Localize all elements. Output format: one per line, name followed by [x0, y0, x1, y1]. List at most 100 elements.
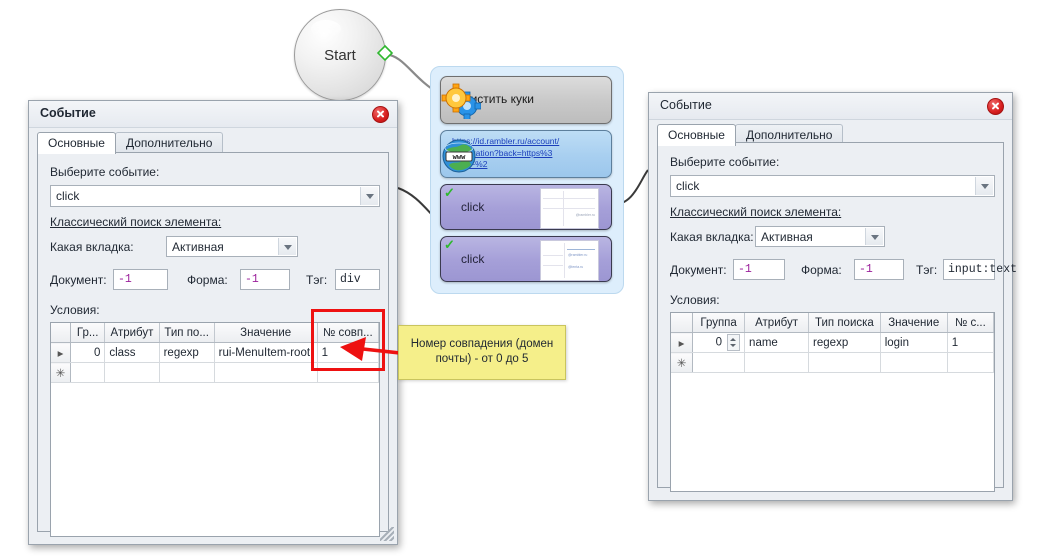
cell-search-type[interactable]: regexp: [808, 332, 881, 353]
cell-search-type[interactable]: [808, 352, 881, 373]
event-select[interactable]: click: [670, 175, 995, 197]
th-match-number[interactable]: № с...: [947, 313, 994, 333]
resize-grip[interactable]: [380, 527, 394, 541]
th-search-type[interactable]: Тип по...: [159, 323, 215, 343]
close-icon[interactable]: [987, 98, 1004, 115]
which-tab-value: Активная: [172, 240, 224, 254]
tag-field[interactable]: div: [335, 269, 380, 290]
annotation-note: Номер совпадения (домен почты) - от 0 до…: [398, 325, 566, 380]
cell-attribute[interactable]: name: [744, 332, 810, 353]
th-attribute[interactable]: Атрибут: [104, 323, 160, 343]
tag-field[interactable]: input:text: [943, 259, 1017, 280]
which-tab-label: Какая вкладка:: [670, 230, 754, 244]
which-tab-select[interactable]: Активная: [166, 236, 298, 257]
thumb-text: @rambler.ru: [568, 253, 588, 257]
row-marker[interactable]: ▸: [51, 342, 71, 363]
table-row[interactable]: ▸ 0 name regexp login 1: [671, 332, 994, 353]
which-tab-select[interactable]: Активная: [755, 226, 885, 247]
th-group[interactable]: Группа: [692, 313, 746, 333]
node-click-1-label: click: [461, 200, 485, 214]
start-node-port[interactable]: [376, 44, 396, 64]
cell-match-number[interactable]: [947, 352, 994, 373]
node-click-2-thumbnail: @rambler.ru @lenta.ru: [540, 240, 599, 281]
cell-value[interactable]: rui-MenuItem-root: [214, 342, 318, 363]
start-node-gloss: [311, 20, 341, 38]
node-clear-cookies[interactable]: Очистить куки: [440, 76, 612, 124]
node-click-2-label: click: [461, 252, 485, 266]
cell-attribute[interactable]: [744, 352, 810, 373]
th-value[interactable]: Значение: [214, 323, 318, 343]
which-tab-value: Активная: [761, 230, 813, 244]
conditions-grid[interactable]: Группа Атрибут Тип поиска Значение № с..…: [670, 312, 995, 492]
cell-group[interactable]: 0: [692, 332, 746, 353]
node-click-2[interactable]: ✓ click @rambler.ru @lenta.ru: [440, 236, 612, 282]
start-node-label: Start: [324, 46, 356, 64]
dialog-title: Событие: [40, 106, 96, 120]
cell-value[interactable]: [880, 352, 948, 373]
start-node[interactable]: Start: [294, 9, 386, 101]
tab-panel-osnovnye: Выберите событие: click Классический пои…: [657, 142, 1017, 492]
th-attribute[interactable]: Атрибут: [744, 313, 810, 333]
th-value[interactable]: Значение: [880, 313, 948, 333]
tag-label: Тэг:: [916, 263, 938, 277]
cell-match-number[interactable]: 1: [947, 332, 994, 353]
table-row[interactable]: ✳: [671, 352, 994, 373]
node-open-url-link[interactable]: https://id.rambler.ru/account/registrati…: [452, 136, 560, 171]
thumb-text: @lenta.ru: [568, 265, 584, 269]
row-marker[interactable]: ▸: [671, 332, 694, 353]
th-group[interactable]: Гр...: [70, 323, 106, 343]
classic-search-link[interactable]: Классический поиск элемента:: [670, 205, 841, 219]
event-label: Выберите событие:: [50, 165, 160, 179]
conditions-table: Группа Атрибут Тип поиска Значение № с..…: [671, 313, 994, 373]
conditions-label: Условия:: [670, 293, 720, 307]
document-field[interactable]: -1: [733, 259, 785, 280]
chevron-down-icon[interactable]: [278, 238, 296, 255]
chevron-down-icon[interactable]: [360, 187, 378, 205]
svg-text:www: www: [453, 153, 466, 161]
classic-search-link[interactable]: Классический поиск элемента:: [50, 215, 221, 229]
th-rowmarker[interactable]: [51, 323, 71, 343]
event-dialog-right[interactable]: Событие Основные Дополнительно Выберите …: [648, 92, 1017, 501]
tab-dopolnitelno[interactable]: Дополнительно: [115, 132, 224, 154]
close-icon[interactable]: [372, 106, 389, 123]
row-marker-new[interactable]: ✳: [51, 362, 71, 383]
tab-osnovnye[interactable]: Основные: [37, 132, 116, 154]
row-marker-new[interactable]: ✳: [671, 352, 694, 373]
green-check-icon: ✓: [444, 185, 455, 200]
cell-search-type[interactable]: regexp: [159, 342, 215, 363]
table-header-row: Группа Атрибут Тип поиска Значение № с..…: [671, 313, 994, 333]
conditions-label: Условия:: [50, 303, 100, 317]
document-field[interactable]: -1: [113, 269, 168, 290]
node-click-1[interactable]: ✓ click @rambler.ru: [440, 184, 612, 230]
tabstrip: Основные Дополнительно: [37, 132, 397, 154]
dialog-titlebar[interactable]: Событие: [29, 101, 397, 128]
th-rowmarker[interactable]: [671, 313, 694, 333]
chevron-down-icon[interactable]: [865, 228, 883, 245]
dialog-titlebar[interactable]: Событие: [649, 93, 1012, 120]
node-open-url[interactable]: https://id.rambler.ru/account/registrati…: [440, 130, 612, 178]
group-stepper[interactable]: [727, 334, 741, 351]
node-clear-cookies-label: Очистить куки: [455, 92, 534, 106]
form-field[interactable]: -1: [854, 259, 904, 280]
cell-value[interactable]: [214, 362, 318, 383]
thumb-text: @rambler.ru: [575, 213, 595, 217]
tab-osnovnye[interactable]: Основные: [657, 124, 736, 146]
globe-www-icon: www: [442, 139, 476, 173]
green-check-icon: ✓: [444, 237, 455, 252]
cell-attribute[interactable]: [104, 362, 160, 383]
node-click-1-thumbnail: @rambler.ru: [540, 188, 599, 229]
form-field[interactable]: -1: [240, 269, 290, 290]
cell-value[interactable]: login: [880, 332, 948, 353]
chevron-down-icon[interactable]: [975, 177, 993, 195]
cell-group[interactable]: 0: [70, 342, 106, 363]
cell-group[interactable]: [692, 352, 746, 373]
event-label: Выберите событие:: [670, 155, 780, 169]
event-select[interactable]: click: [50, 185, 380, 207]
cell-search-type[interactable]: [159, 362, 215, 383]
cell-group[interactable]: [70, 362, 106, 383]
cell-attribute[interactable]: class: [104, 342, 160, 363]
th-search-type[interactable]: Тип поиска: [808, 313, 881, 333]
event-select-value: click: [676, 179, 700, 193]
which-tab-label: Какая вкладка:: [50, 240, 134, 254]
tag-label: Тэг:: [306, 273, 328, 287]
